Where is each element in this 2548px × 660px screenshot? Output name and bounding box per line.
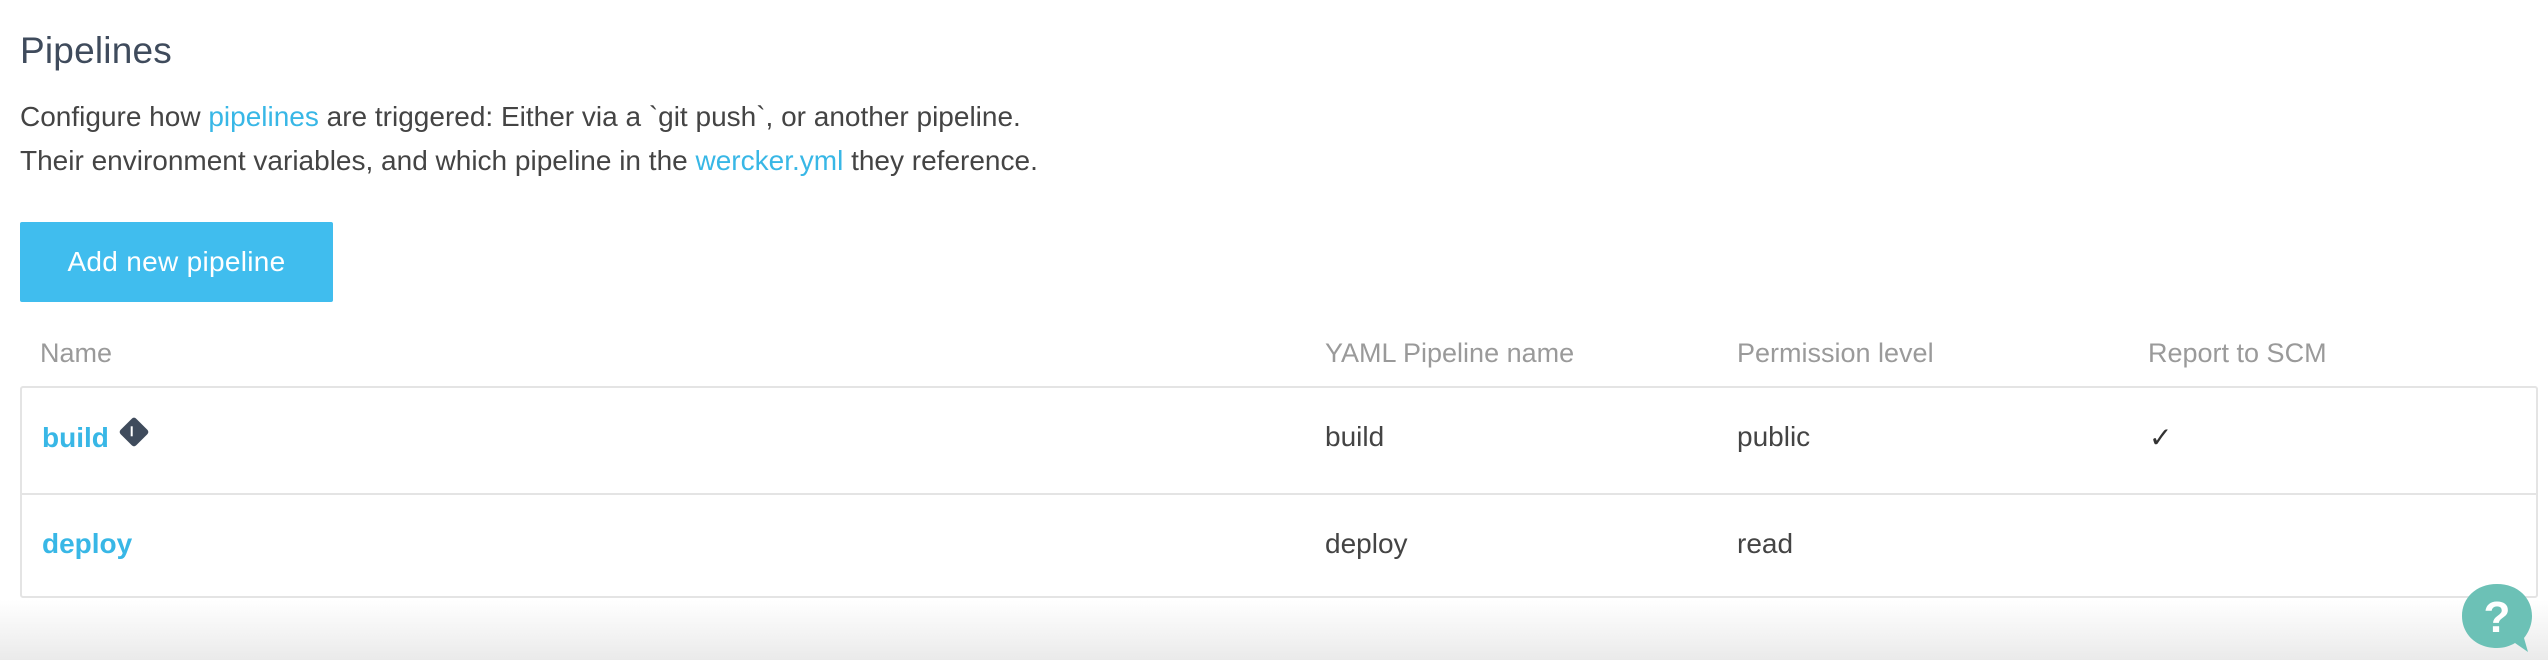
pipeline-name-cell: build	[42, 416, 150, 454]
bottom-shadow	[0, 600, 2548, 660]
help-bubble-svg: ?	[2462, 584, 2532, 652]
column-header-permission-level: Permission level	[1737, 338, 1934, 368]
report-to-scm-check-icon: ✓	[2149, 422, 2173, 453]
pipelines-page: Pipelines Configure how pipelines are tr…	[0, 0, 2548, 660]
table-header: Name YAML Pipeline name Permission level…	[20, 332, 2540, 386]
add-new-pipeline-button[interactable]: Add new pipeline	[20, 222, 333, 302]
permission-level-cell: read	[1737, 528, 1794, 559]
table-row: deploy deploy read	[22, 493, 2536, 600]
pipelines-table: build build public ✓ deploy deploy read	[20, 386, 2538, 598]
pipeline-link-build[interactable]: build	[42, 422, 109, 453]
table-row: build build public ✓	[22, 388, 2536, 493]
pipeline-link-deploy[interactable]: deploy	[42, 528, 132, 559]
column-header-report-to-scm: Report to SCM	[2148, 338, 2327, 368]
page-title: Pipelines	[20, 30, 172, 71]
svg-text:?: ?	[2484, 593, 2511, 642]
git-icon	[118, 416, 150, 448]
yaml-pipeline-name-cell: deploy	[1325, 528, 1408, 559]
page-description: Configure how pipelines are triggered: E…	[20, 101, 1038, 176]
wercker-yml-link[interactable]: wercker.yml	[696, 145, 844, 176]
column-header-name: Name	[40, 338, 113, 368]
pipelines-link[interactable]: pipelines	[208, 101, 319, 132]
column-header-yaml-pipeline-name: YAML Pipeline name	[1325, 338, 1575, 368]
help-question-icon[interactable]: ?	[2458, 582, 2536, 654]
permission-level-cell: public	[1737, 421, 1811, 452]
pipeline-name-cell: deploy	[42, 528, 132, 560]
yaml-pipeline-name-cell: build	[1325, 421, 1385, 452]
